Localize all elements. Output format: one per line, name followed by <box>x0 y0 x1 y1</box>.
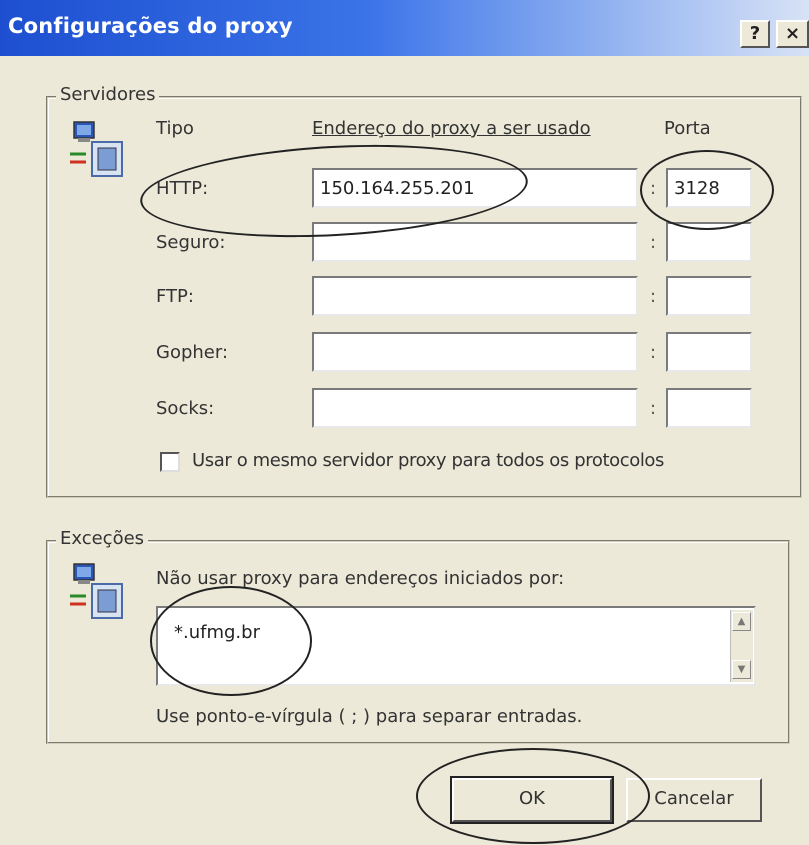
gopher-colon: : <box>650 342 657 363</box>
scroll-down-arrow-icon[interactable]: ▼ <box>732 660 751 679</box>
close-button[interactable]: × <box>776 20 809 48</box>
socks-address-input[interactable] <box>312 388 638 428</box>
secure-colon: : <box>650 232 657 253</box>
ftp-port-input[interactable] <box>666 276 752 316</box>
ftp-colon: : <box>650 286 657 307</box>
http-address-input[interactable] <box>312 168 638 208</box>
socks-colon: : <box>650 398 657 419</box>
exceptions-value: *.ufmg.br <box>174 622 260 643</box>
exceptions-scrollbar[interactable]: ▲ ▼ <box>730 610 753 682</box>
exceptions-textarea[interactable]: *.ufmg.br <box>156 606 756 686</box>
proxy-settings-dialog: Configurações do proxy ? × Servidores Ti… <box>0 0 809 845</box>
type-column-header: Tipo <box>156 118 194 139</box>
exceptions-hint: Use ponto-e-vírgula ( ; ) para separar e… <box>156 706 583 727</box>
servers-legend: Servidores <box>56 84 160 105</box>
port-column-header: Porta <box>664 118 711 139</box>
help-button[interactable]: ? <box>740 20 770 48</box>
ok-button[interactable]: OK <box>450 776 614 824</box>
exceptions-legend: Exceções <box>56 528 149 549</box>
scroll-up-arrow-icon[interactable]: ▲ <box>732 612 751 631</box>
title-bar: Configurações do proxy ? × <box>0 0 809 56</box>
secure-label: Seguro: <box>156 232 226 253</box>
secure-port-input[interactable] <box>666 222 752 262</box>
gopher-address-input[interactable] <box>312 332 638 372</box>
network-computer-icon <box>70 121 123 177</box>
secure-address-input[interactable] <box>312 222 638 262</box>
gopher-label: Gopher: <box>156 342 229 363</box>
window-title: Configurações do proxy <box>8 14 293 38</box>
same-proxy-checkbox[interactable] <box>160 452 180 472</box>
network-computer-icon <box>70 563 123 619</box>
same-proxy-label: Usar o mesmo servidor proxy para todos o… <box>192 450 665 471</box>
gopher-port-input[interactable] <box>666 332 752 372</box>
http-label: HTTP: <box>156 178 209 199</box>
http-colon: : <box>650 178 657 199</box>
socks-label: Socks: <box>156 398 215 419</box>
http-port-input[interactable] <box>666 168 752 208</box>
socks-port-input[interactable] <box>666 388 752 428</box>
exceptions-instruction: Não usar proxy para endereços iniciados … <box>156 568 565 589</box>
cancel-button[interactable]: Cancelar <box>626 778 762 822</box>
ftp-address-input[interactable] <box>312 276 638 316</box>
ftp-label: FTP: <box>156 286 194 307</box>
address-column-header: Endereço do proxy a ser usado <box>312 118 591 139</box>
